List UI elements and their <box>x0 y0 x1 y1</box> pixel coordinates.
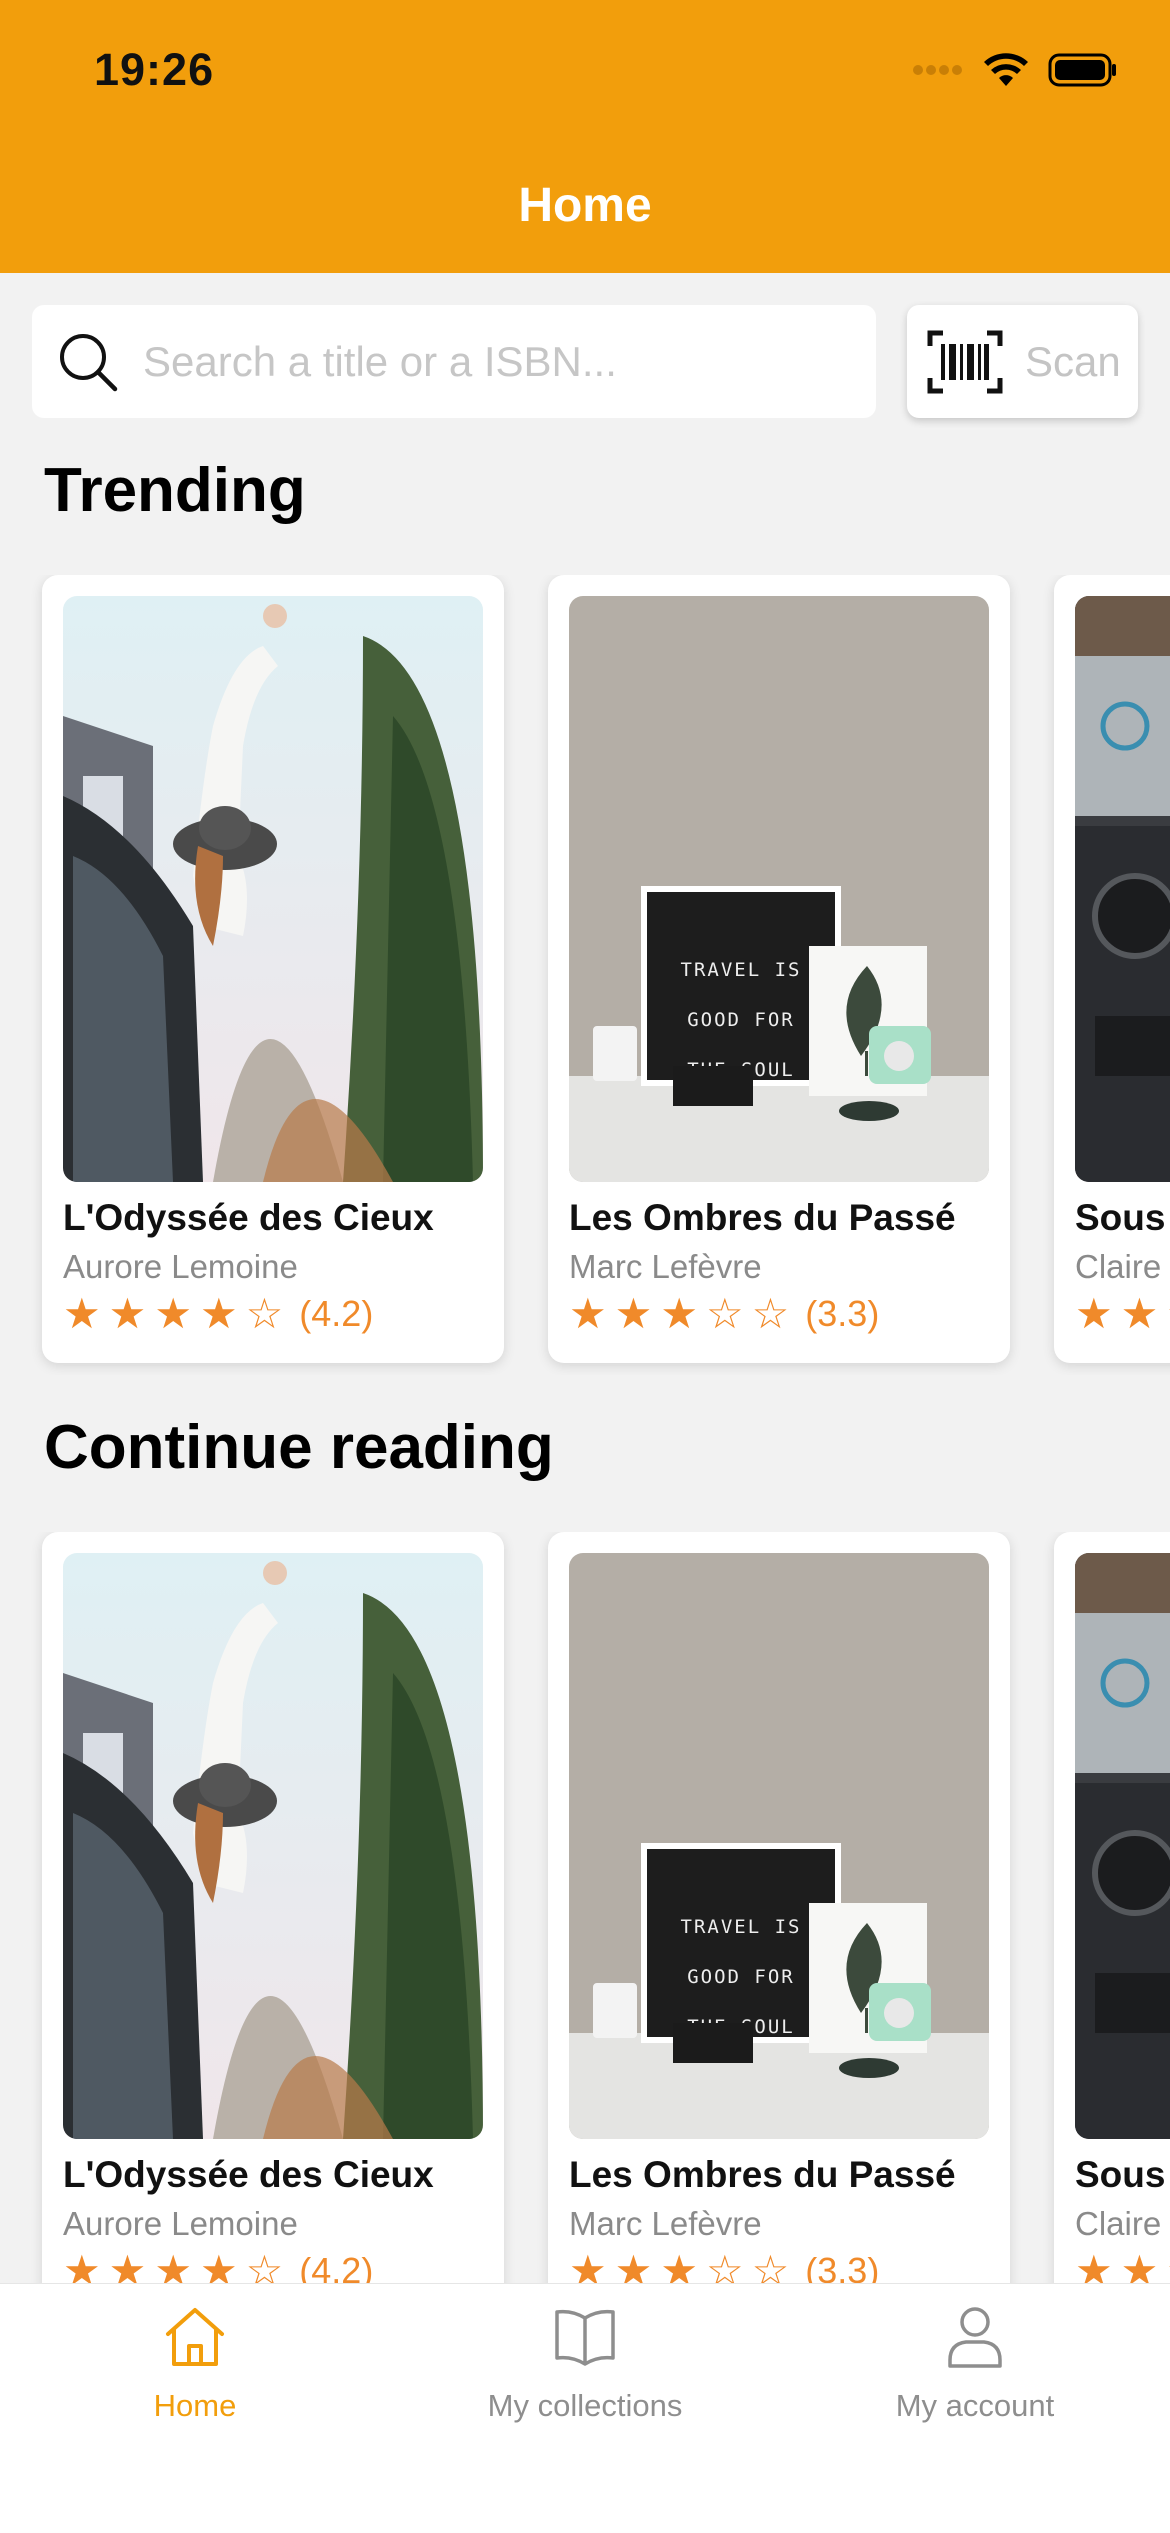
barcode-scan-icon <box>927 330 1003 393</box>
letter-board-line-2: GOOD FOR <box>687 1966 795 1988</box>
book-cover-image: TRAVEL IS GOOD FOR THE SOUL <box>569 1553 989 2139</box>
book-card[interactable]: TRAVEL IS GOOD FOR THE SOUL Les Ombres d… <box>548 1532 1010 2320</box>
star-filled-icon: ★ <box>108 1290 147 1337</box>
star-filled-icon: ★ <box>1120 1290 1159 1337</box>
user-icon <box>948 2307 1002 2368</box>
book-card[interactable]: TRAVEL IS GOOD FOR THE SOUL Les Ombres d… <box>548 575 1010 1363</box>
book-cover <box>1075 596 1170 1182</box>
search-input[interactable] <box>141 336 845 387</box>
section-title-trending: Trending <box>44 456 306 525</box>
search-bar[interactable] <box>32 305 876 418</box>
book-author: Aurore Lemoine <box>63 2205 298 2242</box>
book-author: Claire <box>1075 2205 1162 2242</box>
star-filled-icon: ★ <box>660 1290 698 1337</box>
book-title: L'Odyssée des Cieux <box>63 1197 434 1238</box>
book-cover <box>63 1553 483 2139</box>
page-title: Home <box>518 179 652 232</box>
book-title: Les Ombres du Passé <box>569 2154 956 2195</box>
book-author: Aurore Lemoine <box>63 1248 298 1285</box>
battery-icon <box>1048 53 1116 87</box>
book-cover-image <box>63 1553 483 2139</box>
book-title: L'Odyssée des Cieux <box>63 2154 434 2195</box>
star-filled-icon: ★ <box>154 1290 192 1337</box>
tab-home[interactable]: Home <box>0 2304 390 2424</box>
scan-button[interactable]: Scan <box>907 305 1138 418</box>
book-card[interactable]: L'Odyssée des Cieux Aurore Lemoine ★ ★ ★ ★ ☆ (4… <box>42 575 504 1363</box>
scan-label: Scan <box>1025 337 1121 385</box>
book-cover: TRAVEL IS GOOD FOR THE SOUL <box>569 596 989 1182</box>
letter-board-line-2: GOOD FOR <box>687 1009 795 1031</box>
book-cover-image: TRAVEL IS GOOD FOR THE SOUL <box>569 596 989 1182</box>
star-filled-icon: ★ <box>199 1290 238 1337</box>
star-empty-icon: ☆ <box>705 1290 744 1337</box>
letter-board-line-1: TRAVEL IS <box>681 1916 802 1938</box>
book-author: Marc Lefèvre <box>569 1248 762 1285</box>
letter-board-line-1: TRAVEL IS <box>681 959 802 981</box>
home-icon <box>166 2308 224 2366</box>
book-open-icon <box>555 2309 615 2366</box>
book-author: Claire <box>1075 1248 1162 1285</box>
tab-my-collections[interactable]: My collections <box>390 2304 780 2424</box>
book-rating: ★ ★ ★ ★ ☆ (4.2) <box>63 1293 373 1335</box>
book-cover <box>1075 1553 1170 2139</box>
cellular-signal-icon <box>913 65 962 75</box>
book-cover <box>63 596 483 1182</box>
book-card[interactable]: Sous Claire ★★☆☆☆ <box>1054 575 1170 1363</box>
book-cover: TRAVEL IS GOOD FOR THE SOUL <box>569 1553 989 2139</box>
app-header: 19:26 Home <box>0 0 1170 273</box>
tab-my-account-label: My account <box>895 2388 1055 2423</box>
status-icons <box>912 52 1118 88</box>
book-rating: ★★☆☆☆ <box>1075 1293 1170 1335</box>
book-card[interactable]: SousClaire★★☆☆☆ <box>1054 1532 1170 2320</box>
book-title: Sous <box>1075 1197 1166 1238</box>
star-filled-icon: ★ <box>614 1290 653 1337</box>
section-title-continue-reading: Continue reading <box>44 1413 554 1482</box>
star-empty-icon: ☆ <box>751 1290 790 1337</box>
book-card[interactable]: L'Odyssée des Cieux Aurore Lemoine ★ ★ ★ ★ ☆ (4… <box>42 1532 504 2320</box>
book-cover-image <box>1075 596 1170 1182</box>
star-filled-icon: ★ <box>63 1290 101 1337</box>
star-empty-icon: ☆ <box>245 1290 284 1337</box>
star-empty-icon: ☆ <box>1166 1293 1170 1335</box>
wifi-icon <box>984 53 1028 86</box>
status-time: 19:26 <box>94 44 215 95</box>
tab-home-label: Home <box>153 2388 237 2423</box>
rating-value: (4.2) <box>299 1293 374 1334</box>
book-cover-image <box>1075 1553 1170 2139</box>
tab-my-account[interactable]: My account <box>780 2304 1170 2424</box>
book-cover-image <box>63 596 483 1182</box>
book-title: Les Ombres du Passé <box>569 1197 956 1238</box>
trending-carousel[interactable]: L'Odyssée des Cieux Aurore Lemoine ★ ★ ★ ★ ☆ (4… <box>0 575 1170 1375</box>
book-title: Sous <box>1075 2154 1166 2195</box>
book-author: Marc Lefèvre <box>569 2205 762 2242</box>
book-rating: ★ ★ ★ ☆ ☆ (3.3) <box>569 1293 879 1335</box>
search-icon <box>60 333 118 391</box>
star-filled-icon: ★ <box>1075 1290 1113 1337</box>
tab-my-collections-label: My collections <box>487 2388 683 2423</box>
star-filled-icon: ★ <box>569 1290 607 1337</box>
rating-value: (3.3) <box>805 1293 880 1334</box>
tab-bar: Home My collections My account <box>0 2283 1170 2533</box>
continue-reading-carousel[interactable]: L'Odyssée des Cieux Aurore Lemoine ★ ★ ★ ★ ☆ (4… <box>0 1532 1170 2332</box>
